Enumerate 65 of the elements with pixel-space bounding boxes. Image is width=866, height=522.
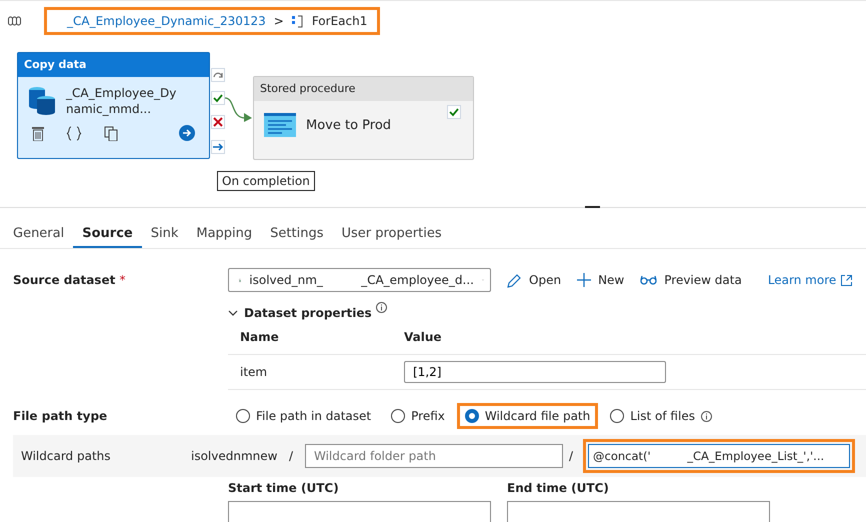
success-icon[interactable] — [447, 105, 461, 119]
chevron-icon — [228, 308, 238, 318]
arrow-right-icon[interactable] — [179, 125, 195, 141]
activity-name: Move to Prod — [306, 118, 392, 132]
container-name: isolvednmnew — [191, 449, 278, 463]
tab[interactable]: Sink — [142, 212, 188, 248]
tab[interactable]: User properties — [332, 212, 451, 248]
glasses-icon — [640, 275, 658, 285]
pipeline-link[interactable]: _CA_Employee_Dynamic_230123 — [67, 14, 266, 28]
node-title: Stored procedure — [254, 77, 473, 101]
input-field[interactable]: [1,2] — [404, 361, 666, 383]
failure-icon[interactable] — [211, 115, 225, 129]
external-link-icon — [841, 274, 852, 286]
completion-icon[interactable] — [211, 140, 225, 154]
learn-more-link[interactable]: Learn more — [768, 273, 852, 287]
breadcrumb-separator: > — [274, 14, 284, 28]
column-header: Name — [239, 330, 280, 344]
input-field[interactable]: @concat(' _CA_Employee_List_','... — [583, 439, 855, 473]
field-label: Wildcard paths — [21, 449, 112, 463]
success-connector — [225, 96, 253, 122]
required-mark: * — [120, 273, 126, 287]
input-field[interactable] — [228, 501, 491, 522]
path-separator: / — [289, 449, 294, 463]
dataset-properties-toggle[interactable]: Dataset properties — [228, 306, 372, 320]
database-icon — [28, 86, 56, 116]
toolbar-button[interactable]: New — [577, 273, 624, 287]
procedure-icon — [264, 113, 296, 137]
plus-icon — [577, 273, 592, 287]
path-separator: / — [569, 449, 574, 463]
stored-procedure-node[interactable]: Stored procedure Move to Prod — [253, 76, 474, 160]
toolbar-button[interactable]: Preview data — [640, 273, 742, 287]
property-name: item — [239, 365, 268, 379]
radio-option[interactable]: List of files — [602, 403, 720, 429]
radio-option[interactable]: File path in dataset — [228, 403, 380, 429]
radio-option[interactable]: Wildcard file path — [456, 403, 598, 429]
radio-option[interactable]: Prefix — [383, 403, 453, 429]
column-header: Value — [404, 330, 442, 344]
info-icon — [376, 302, 387, 313]
success-icon[interactable] — [211, 91, 225, 105]
node-title: Copy data — [18, 53, 209, 77]
field-label: File path type — [13, 409, 108, 423]
tooltip: On completion — [217, 171, 315, 191]
tab[interactable]: General — [4, 212, 74, 248]
tab[interactable]: Settings — [261, 212, 332, 248]
copy-activity-node[interactable]: Copy data _CA_Employee_Dynamic_mmd... — [17, 52, 210, 159]
field-label: Start time (UTC) — [228, 481, 340, 495]
pencil-icon — [507, 272, 522, 288]
field-label: Source dataset — [13, 273, 116, 287]
skip-icon[interactable] — [211, 68, 225, 82]
tab[interactable]: Source — [73, 212, 142, 248]
input-field[interactable] — [507, 501, 770, 522]
resize-handle[interactable] — [585, 206, 600, 208]
activity-name: _CA_Employee_Dynamic_mmd... — [66, 85, 178, 117]
tab[interactable]: Mapping — [187, 212, 262, 248]
foreach-icon — [292, 14, 304, 28]
toolbar-button[interactable]: Open — [507, 272, 562, 288]
copy-icon[interactable] — [104, 126, 118, 140]
info-icon — [700, 410, 712, 422]
pipeline-icon — [8, 16, 22, 26]
delete-icon[interactable] — [32, 126, 44, 140]
dataset-dropdown[interactable]: isolved_nm_ _CA_employee_d... — [228, 268, 491, 292]
input-field[interactable]: Wildcard folder path — [305, 444, 563, 468]
breadcrumb-current[interactable]: ForEach1 — [312, 14, 368, 28]
field-label: End time (UTC) — [507, 481, 610, 495]
code-icon[interactable] — [66, 126, 82, 140]
